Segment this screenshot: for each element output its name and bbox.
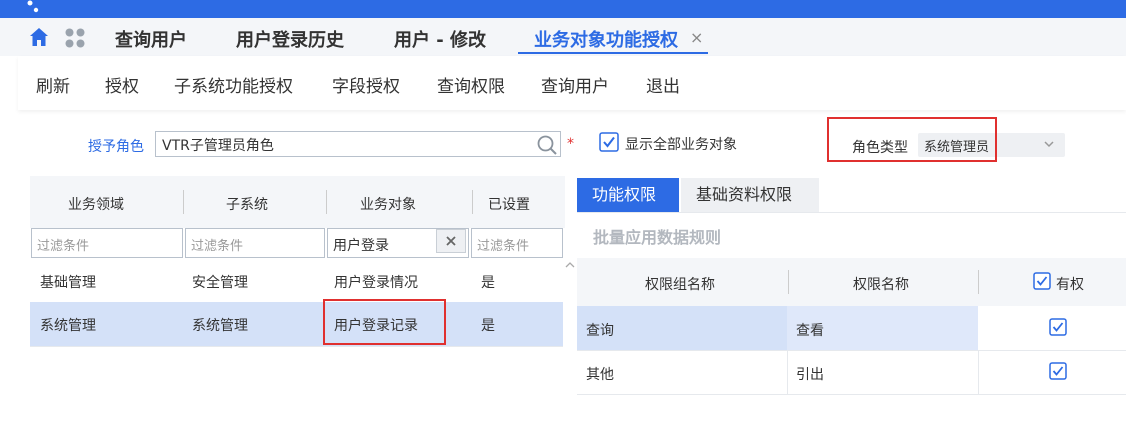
cell-permission-group: 其他 xyxy=(586,367,614,383)
header-permission-group: 权限组名称 xyxy=(645,277,715,293)
apps-grid-icon[interactable] xyxy=(64,27,86,49)
cell-permission-name: 查看 xyxy=(796,323,824,339)
tab-query-users[interactable]: 查询用户 xyxy=(115,26,187,52)
cell-business-domain: 系统管理 xyxy=(40,318,96,334)
permission-table-header: 权限组名称 权限名称 有权 xyxy=(577,258,1126,306)
column-divider xyxy=(787,350,788,394)
authorize-button[interactable]: 授权 xyxy=(105,72,139,97)
cell-subsystem: 安全管理 xyxy=(192,275,248,291)
batch-apply-rules-button[interactable]: 批量应用数据规则 xyxy=(593,224,721,248)
search-icon[interactable] xyxy=(536,134,558,156)
filter-business-domain[interactable]: 过滤条件 xyxy=(31,228,183,258)
top-bar xyxy=(0,0,1126,18)
header-business-domain: 业务领域 xyxy=(68,197,124,213)
permission-row[interactable]: 其他 引出 xyxy=(577,350,1126,395)
column-divider xyxy=(788,270,789,294)
tab-bar: 查询用户 用户登录历史 用户 - 修改 业务对象功能授权 × xyxy=(0,18,1126,56)
column-divider xyxy=(978,350,979,394)
select-all-checkbox[interactable] xyxy=(1033,272,1051,290)
cell-configured: 是 xyxy=(481,275,495,291)
table-row[interactable]: 基础管理 安全管理 用户登录情况 是 xyxy=(30,259,563,304)
role-type-select[interactable]: 系统管理员 xyxy=(918,133,1065,157)
role-input[interactable]: VTR子管理员角色 xyxy=(155,131,561,157)
query-users-button[interactable]: 查询用户 xyxy=(541,72,609,97)
header-permission-name: 权限名称 xyxy=(853,277,909,293)
show-all-label: 显示全部业务对象 xyxy=(625,137,737,153)
cell-business-object: 用户登录情况 xyxy=(334,275,418,291)
column-divider xyxy=(183,190,184,214)
cell-configured: 是 xyxy=(481,318,495,334)
clear-filter-button[interactable] xyxy=(436,229,466,253)
tab-function-permission[interactable]: 功能权限 xyxy=(577,178,679,212)
toolbar: 刷新 授权 子系统功能授权 字段授权 查询权限 查询用户 退出 xyxy=(18,56,1126,110)
query-permission-button[interactable]: 查询权限 xyxy=(437,72,505,97)
tab-object-authorization[interactable]: 业务对象功能授权 xyxy=(534,26,678,52)
granted-checkbox[interactable] xyxy=(1049,318,1067,336)
tab-user-edit[interactable]: 用户 - 修改 xyxy=(394,26,486,52)
show-all-checkbox[interactable] xyxy=(599,132,619,152)
table-row-selected[interactable]: 系统管理 系统管理 用户登录记录 是 xyxy=(30,302,563,347)
home-icon[interactable] xyxy=(28,26,50,48)
active-tab-indicator xyxy=(518,52,708,54)
cell-business-object: 用户登录记录 xyxy=(334,318,418,334)
cell-permission-name: 引出 xyxy=(796,367,824,383)
column-divider xyxy=(978,270,979,294)
granted-checkbox[interactable] xyxy=(1049,362,1067,380)
close-tab-icon[interactable]: × xyxy=(690,28,703,47)
tab-basic-data-permission[interactable]: 基础资料权限 xyxy=(681,178,819,212)
cell-permission-group: 查询 xyxy=(586,323,614,339)
role-label[interactable]: 授予角色 xyxy=(88,136,144,156)
role-type-label: 角色类型 xyxy=(852,140,908,156)
cell-business-domain: 基础管理 xyxy=(40,275,96,291)
filter-configured[interactable]: 过滤条件 xyxy=(471,228,563,258)
header-business-object: 业务对象 xyxy=(360,197,416,213)
filter-subsystem[interactable]: 过滤条件 xyxy=(185,228,325,258)
header-configured: 已设置 xyxy=(488,197,530,213)
required-mark: * xyxy=(567,136,574,152)
subsystem-authorize-button[interactable]: 子系统功能授权 xyxy=(174,72,293,97)
cell-subsystem: 系统管理 xyxy=(192,318,248,334)
logo-icon xyxy=(27,0,39,13)
column-divider xyxy=(472,190,473,214)
tab-login-history[interactable]: 用户登录历史 xyxy=(236,26,344,52)
exit-button[interactable]: 退出 xyxy=(646,72,680,97)
refresh-button[interactable]: 刷新 xyxy=(36,72,70,97)
chevron-down-icon xyxy=(1044,141,1054,148)
permission-row-selected[interactable]: 查询 查看 xyxy=(577,306,1126,351)
close-icon xyxy=(446,236,456,246)
right-panel-tabs: 功能权限 基础资料权限 xyxy=(577,178,1126,213)
field-authorize-button[interactable]: 字段授权 xyxy=(332,72,400,97)
scroll-up-icon[interactable] xyxy=(565,260,575,270)
header-granted: 有权 xyxy=(1056,277,1084,293)
header-subsystem: 子系统 xyxy=(226,197,268,213)
left-table-header: 业务领域 子系统 业务对象 已设置 xyxy=(30,176,565,228)
role-type-value: 系统管理员 xyxy=(924,140,990,155)
column-divider xyxy=(326,190,327,214)
